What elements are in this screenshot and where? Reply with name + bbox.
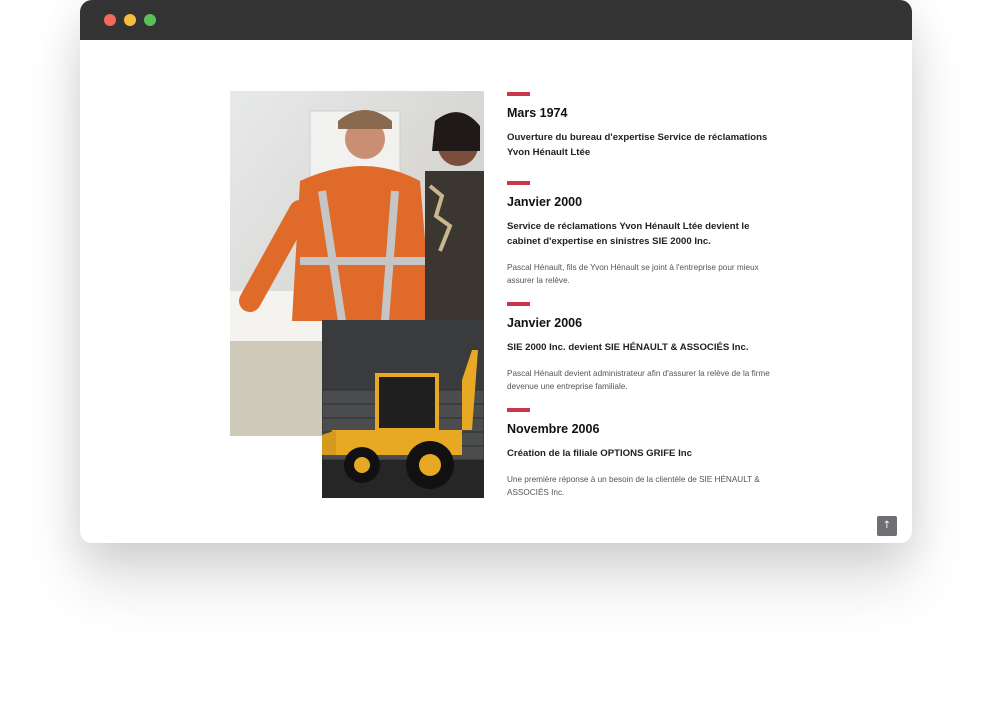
browser-window: Mars 1974 Ouverture du bureau d'expertis… bbox=[80, 0, 912, 543]
timeline-headline: Ouverture du bureau d'expertise Service … bbox=[507, 132, 768, 158]
scroll-to-top-button[interactable]: ↑ bbox=[877, 516, 897, 536]
timeline-year: Novembre 2006 bbox=[507, 422, 600, 436]
timeline-marker bbox=[507, 92, 530, 96]
timeline-headline: Service de réclamations Yvon Hénault Lté… bbox=[507, 221, 750, 247]
timeline-headline: SIE 2000 Inc. devient SIE HÉNAULT & ASSO… bbox=[507, 342, 749, 353]
timeline-description: Une première réponse à un besoin de la c… bbox=[507, 475, 760, 497]
timeline-year: Mars 1974 bbox=[507, 106, 568, 120]
timeline-marker bbox=[507, 302, 530, 306]
close-window-button[interactable] bbox=[104, 14, 116, 26]
maximize-window-button[interactable] bbox=[144, 14, 156, 26]
timeline-entry: Novembre 2006 Création de la filiale OPT… bbox=[507, 408, 772, 499]
timeline-description: Pascal Hénault devient administrateur af… bbox=[507, 369, 770, 391]
timeline-marker bbox=[507, 408, 530, 412]
timeline-description: Pascal Hénault, fils de Yvon Hénault se … bbox=[507, 263, 759, 285]
window-titlebar bbox=[80, 0, 912, 40]
arrow-up-icon: ↑ bbox=[882, 520, 892, 531]
timeline-marker bbox=[507, 181, 530, 185]
timeline-entry: Mars 1974 Ouverture du bureau d'expertis… bbox=[507, 92, 772, 160]
timeline-headline: Création de la filiale OPTIONS GRIFE Inc bbox=[507, 448, 692, 459]
page-content: Mars 1974 Ouverture du bureau d'expertis… bbox=[80, 40, 912, 543]
minimize-window-button[interactable] bbox=[124, 14, 136, 26]
photo-backhoe-icon bbox=[322, 320, 484, 498]
timeline-entry: Janvier 2006 SIE 2000 Inc. devient SIE H… bbox=[507, 302, 772, 393]
timeline-entry: Janvier 2000 Service de réclamations Yvo… bbox=[507, 181, 772, 287]
timeline-year: Janvier 2006 bbox=[507, 316, 583, 330]
timeline-year: Janvier 2000 bbox=[507, 195, 583, 209]
